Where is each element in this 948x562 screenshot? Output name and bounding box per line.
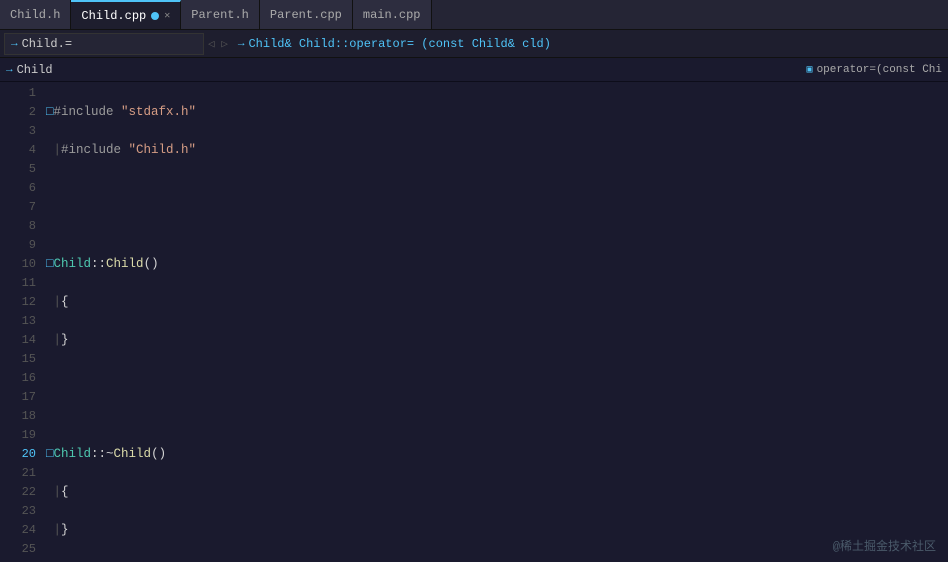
line-num: 3 [0,122,36,141]
scope-arrow: → [6,64,13,76]
forward-icon: → [11,38,18,50]
scope-icon: ▣ [807,64,813,76]
breadcrumb: → Child& Child::operator= (const Child& … [232,33,944,55]
line-num: 19 [0,426,36,445]
tab-label: Parent.cpp [270,8,342,22]
line-num: 12 [0,293,36,312]
line-num: 24 [0,521,36,540]
code-line-6: |{ [46,293,948,312]
tab-main-cpp[interactable]: main.cpp [353,0,432,29]
tab-label: Child.cpp [81,9,146,23]
breadcrumb-text: Child& Child::operator= (const Child& cl… [248,37,550,51]
line-num: 10 [0,255,36,274]
code-line-11: |{ [46,483,948,502]
tab-label: main.cpp [363,8,421,22]
tab-parent-cpp[interactable]: Parent.cpp [260,0,353,29]
line-num: 16 [0,369,36,388]
code-line-8 [46,369,948,388]
line-num: 8 [0,217,36,236]
line-num: 11 [0,274,36,293]
nav-arrows[interactable]: ◁ ▷ [208,37,228,51]
tab-child-cpp[interactable]: Child.cpp ✕ [71,0,181,29]
line-num: 22 [0,483,36,502]
code-line-4 [46,217,948,236]
toolbar: → Child.= ◁ ▷ → Child& Child::operator= … [0,30,948,58]
breadcrumb-arrow: → [238,38,245,50]
close-icon[interactable]: ✕ [164,10,170,22]
line-num: 17 [0,388,36,407]
line-num: 20 [0,445,36,464]
tab-child-h[interactable]: Child.h [0,0,71,29]
modified-indicator [151,12,159,20]
line-num: 5 [0,160,36,179]
line-num: 9 [0,236,36,255]
code-line-3 [46,179,948,198]
line-numbers: 1 2 3 4 5 6 7 8 9 10 11 12 13 14 15 16 1… [0,82,42,562]
scope-selector-label: Child.= [22,37,72,51]
line-num: 21 [0,464,36,483]
code-line-12: |} [46,521,948,540]
line-num: 14 [0,331,36,350]
code-line-1: □#include "stdafx.h" [46,103,948,122]
code-line-10: □Child::~Child() [46,445,948,464]
line-num: 23 [0,502,36,521]
scope-bar-left: → Child [6,63,803,77]
tab-bar: Child.h Child.cpp ✕ Parent.h Parent.cpp … [0,0,948,30]
line-num: 2 [0,103,36,122]
tab-label: Parent.h [191,8,249,22]
scope-bar: → Child ▣ operator=(const Chi [0,58,948,82]
tab-label: Child.h [10,8,60,22]
tab-parent-h[interactable]: Parent.h [181,0,260,29]
line-num: 13 [0,312,36,331]
code-line-7: |} [46,331,948,350]
line-num: 15 [0,350,36,369]
scope-method: operator=(const Chi [817,64,942,76]
code-line-2: |#include "Child.h" [46,141,948,160]
code-line-5: □Child::Child() [46,255,948,274]
line-num: 18 [0,407,36,426]
app-container: Child.h Child.cpp ✕ Parent.h Parent.cpp … [0,0,948,562]
scope-selector[interactable]: → Child.= [4,33,204,55]
line-num: 7 [0,198,36,217]
line-num: 25 [0,540,36,559]
code-line-9 [46,407,948,426]
watermark: @稀土掘金技术社区 [833,537,936,554]
line-num: 6 [0,179,36,198]
scope-name: Child [17,63,53,77]
line-num: 1 [0,84,36,103]
scope-bar-right: ▣ operator=(const Chi [807,64,942,76]
code-editor[interactable]: □#include "stdafx.h" |#include "Child.h"… [42,82,948,562]
code-area: 1 2 3 4 5 6 7 8 9 10 11 12 13 14 15 16 1… [0,82,948,562]
line-num: 4 [0,141,36,160]
